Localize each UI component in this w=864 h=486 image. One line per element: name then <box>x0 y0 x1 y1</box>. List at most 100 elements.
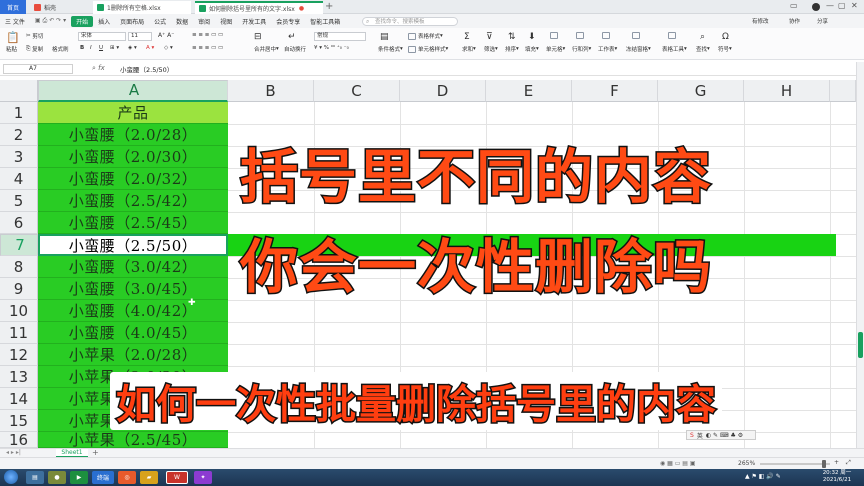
scroll-thumb[interactable] <box>858 332 863 358</box>
tab-list-icon[interactable]: ▭ <box>790 1 798 10</box>
italic-button[interactable]: I <box>90 45 92 51</box>
zoom-level[interactable]: 265% <box>738 460 755 467</box>
row-header-11[interactable]: 11 <box>0 322 38 344</box>
symbol-button[interactable]: 符号 ▾ <box>718 45 732 53</box>
font-color-icon[interactable]: A ▾ <box>146 45 154 51</box>
cell-a3[interactable]: 小蛮腰（2.0/30） <box>38 146 228 168</box>
sum-icon[interactable]: Σ <box>464 32 470 42</box>
row-header-1[interactable]: 1 <box>0 102 38 124</box>
border-icon[interactable]: ⊞ ▾ <box>110 45 119 51</box>
command-search-input[interactable]: ⌕ 查找命令、搜索模板 <box>362 17 458 26</box>
tab-file-2[interactable]: 如何删除括号里所有的文字.xlsx ● <box>195 1 323 14</box>
sort-button[interactable]: 排序 ▾ <box>505 45 519 53</box>
copy-button[interactable]: ⎘ 复制 <box>26 45 43 54</box>
cell-button[interactable]: 单元格 ▾ <box>546 45 565 53</box>
row-header-15[interactable]: 15 <box>0 410 38 432</box>
row-header-16[interactable]: 16 <box>0 431 38 449</box>
cell-a10[interactable]: 小蛮腰（4.0/42） <box>38 300 228 322</box>
start-button-icon[interactable] <box>4 470 18 484</box>
row-header-10[interactable]: 10 <box>0 300 38 322</box>
minimize-icon[interactable]: — <box>826 1 834 10</box>
underline-button[interactable]: U <box>99 45 103 51</box>
sheet-nav-icons[interactable]: ◂ ▸ ▸| <box>6 449 21 456</box>
zoom-in-icon[interactable]: + <box>834 459 839 466</box>
menu-review[interactable]: 审阅 <box>193 17 215 26</box>
cell-a1[interactable]: 产品 <box>38 102 228 124</box>
formula-icons[interactable]: ⌕ fx <box>92 64 105 73</box>
filter-icon[interactable]: ⊽ <box>486 32 493 42</box>
close-icon[interactable]: ● <box>299 5 304 12</box>
collaborate-button[interactable]: 协作 <box>789 17 800 25</box>
font-select[interactable]: 宋体 <box>78 32 126 41</box>
column-header-c[interactable]: C <box>314 80 400 102</box>
cell-a12[interactable]: 小苹果（2.0/28） <box>38 344 228 366</box>
taskbar-terminal-button[interactable]: 终端 <box>92 471 114 484</box>
cell-icon[interactable] <box>550 32 560 39</box>
taskbar-explorer-icon[interactable]: ▤ <box>26 471 44 484</box>
quick-access-icons[interactable]: ▣ ⎙ ↶ ↷ ▾ <box>30 17 71 25</box>
column-header-f[interactable]: F <box>572 80 658 102</box>
row-header-4[interactable]: 4 <box>0 168 38 190</box>
column-header-b[interactable]: B <box>228 80 314 102</box>
column-header-g[interactable]: G <box>658 80 744 102</box>
taskbar-tool-icon[interactable]: ✦ <box>194 471 212 484</box>
column-header-e[interactable]: E <box>486 80 572 102</box>
table-style-button[interactable]: 表格样式 ▾ <box>408 32 443 40</box>
ime-toolbar[interactable]: S 英 ◐ ✎ ⌨ ♣ ⚙ <box>686 430 756 440</box>
menu-file[interactable]: 三 文件 <box>0 17 30 26</box>
worksheet-icon[interactable] <box>602 32 612 39</box>
tab-file-1[interactable]: 1删除所有空格.xlsx <box>93 1 191 14</box>
cond-format-button[interactable]: 条件格式 ▾ <box>378 45 403 53</box>
menu-smart-tools[interactable]: 智能工具箱 <box>305 17 345 26</box>
symbol-icon[interactable]: Ω <box>722 32 729 42</box>
zoom-slider[interactable] <box>760 463 830 465</box>
number-format-select[interactable]: 常规 <box>314 32 366 41</box>
row-header-5[interactable]: 5 <box>0 190 38 212</box>
row-header-6[interactable]: 6 <box>0 212 38 234</box>
taskbar-media-icon[interactable]: ▶ <box>70 471 88 484</box>
cell-style-button[interactable]: 单元格样式 ▾ <box>408 45 448 53</box>
zoom-slider-handle[interactable] <box>822 460 826 468</box>
tab-home[interactable]: 首页 <box>0 0 26 14</box>
wrap-button[interactable]: 自动换行 <box>284 45 306 53</box>
table-tools-button[interactable]: 表格工具 ▾ <box>662 45 687 53</box>
taskbar-wps-icon[interactable]: W <box>166 471 188 484</box>
menu-formulas[interactable]: 公式 <box>149 17 171 26</box>
fx-icon[interactable]: fx <box>98 64 105 72</box>
modified-indicator[interactable]: 有修改 <box>752 17 769 25</box>
cell-a4[interactable]: 小蛮腰（2.0/32） <box>38 168 228 190</box>
row-header-7[interactable]: 7 <box>0 234 38 256</box>
row-header-3[interactable]: 3 <box>0 146 38 168</box>
vertical-scrollbar[interactable] <box>856 62 864 448</box>
format-painter-button[interactable]: 格式刷 <box>52 45 69 53</box>
new-tab-icon[interactable]: + <box>325 1 333 12</box>
table-tools-icon[interactable] <box>668 32 678 39</box>
worksheet-button[interactable]: 工作表 ▾ <box>598 45 617 53</box>
cell-a11[interactable]: 小蛮腰（4.0/45） <box>38 322 228 344</box>
fill-icon[interactable]: ⬇ <box>528 32 536 42</box>
freeze-button[interactable]: 冻结窗格 ▾ <box>626 45 651 53</box>
paste-label-button[interactable]: 粘贴 <box>6 45 17 53</box>
cell-a8[interactable]: 小蛮腰（3.0/42） <box>38 256 228 278</box>
cell-a9[interactable]: 小蛮腰（3.0/45） <box>38 278 228 300</box>
column-header-d[interactable]: D <box>400 80 486 102</box>
column-header-a[interactable]: A <box>38 80 228 102</box>
font-size-select[interactable]: 11 <box>128 32 152 41</box>
paste-button[interactable]: 📋 <box>6 31 20 44</box>
bold-button[interactable]: B <box>80 45 84 51</box>
sum-button[interactable]: 求和 ▾ <box>462 45 476 53</box>
row-header-2[interactable]: 2 <box>0 124 38 146</box>
taskbar-app-icon[interactable]: ● <box>48 471 66 484</box>
align-top-icons[interactable]: ≡ ≡ ≡ ▭ ▭ <box>192 32 223 38</box>
menu-member[interactable]: 会员专享 <box>271 17 305 26</box>
column-header-more[interactable] <box>830 80 856 102</box>
row-header-9[interactable]: 9 <box>0 278 38 300</box>
cut-button[interactable]: ✂ 剪切 <box>26 32 43 40</box>
ime-mode[interactable]: 英 <box>697 431 703 440</box>
tray-icons[interactable]: ▲ ⚑ ◧ 🔊 ✎ <box>745 473 781 480</box>
cell-a7[interactable]: 小蛮腰（2.5/50） <box>38 234 228 256</box>
merge-button[interactable]: 合并居中 ▾ <box>254 45 279 53</box>
row-header-8[interactable]: 8 <box>0 256 38 278</box>
cell-a5[interactable]: 小蛮腰（2.5/42） <box>38 190 228 212</box>
cell-a16[interactable]: 小苹果（2.5/45） <box>38 432 228 448</box>
